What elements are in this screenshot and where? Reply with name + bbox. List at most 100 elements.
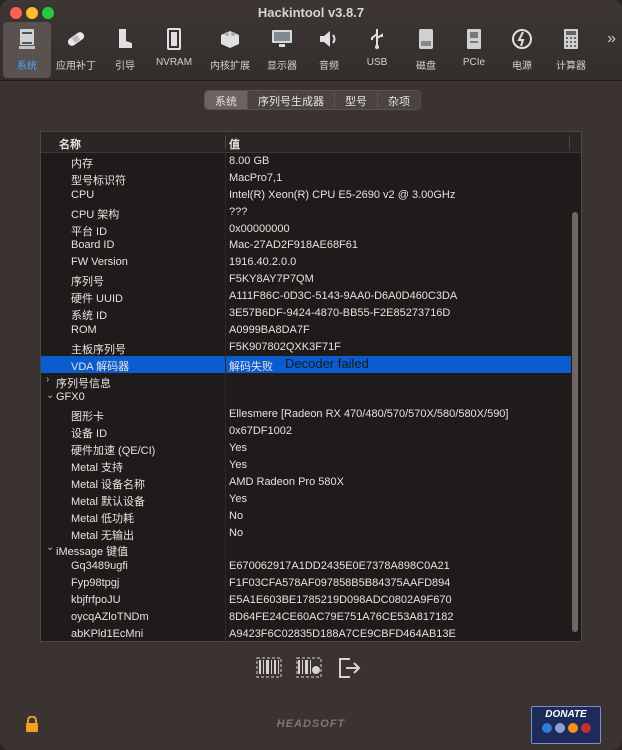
table-row[interactable]: ROM A0999BA8DA7F (41, 321, 571, 339)
system-info-table: 名称 值 内存 8.00 GB 型号标识符 MacPro7,1 CPU Intel(R) … (40, 131, 582, 643)
toolbar-item-7[interactable]: USB (353, 22, 401, 78)
disk-icon (419, 29, 433, 49)
row-name: 序列号信息 (56, 377, 111, 390)
toolbar: 系统 应用补丁 引导 NVRAM 内核扩展 显示器 音频 USB 磁盘 PCIe 电源 计算器 (0, 22, 622, 78)
row-name: 系统 ID (71, 310, 108, 323)
toolbar-item-0[interactable]: 系统 (3, 22, 51, 78)
barcode-icon[interactable] (256, 656, 282, 680)
row-name: 平台 ID (71, 225, 108, 238)
row-value: 8.00 GB (229, 155, 270, 167)
speaker-icon (320, 31, 336, 47)
row-value: Yes (229, 492, 247, 505)
monitor-icon (272, 30, 292, 47)
toolbar-item-3[interactable]: NVRAM (150, 22, 198, 78)
table-row[interactable]: VDA 解码器 解码失败 Decoder failed (41, 355, 571, 373)
row-name: FW Version (71, 256, 128, 269)
table-row[interactable]: 主板序列号 F5K907802QXK3F71F (41, 338, 571, 356)
table-row[interactable]: Gq3489ugfi E670062917A1DD2435E0E7378A898C… (41, 558, 571, 576)
table-row[interactable]: kbjfrfpoJU E5A1E603BE1785219D098ADC0802A9… (41, 592, 571, 610)
table-row[interactable]: 系统 ID 3E57B6DF-9424-4870-BB55-F2E85273716… (41, 305, 571, 322)
row-value: 1916.40.2.0.0 (229, 256, 297, 269)
column-header-value[interactable]: 值 (229, 136, 240, 152)
tab-0[interactable]: 系统 (205, 91, 248, 109)
table-row[interactable]: FW Version 1916.40.2.0.0 (41, 254, 571, 272)
row-name: Board ID (71, 239, 115, 252)
table-row[interactable]: 序列号 F5KY8AY7P7QM (41, 271, 571, 288)
row-value: 3E57B6DF-9424-4870-BB55-F2E85273716D (229, 307, 451, 320)
table-row[interactable]: Metal 支持 Yes (41, 457, 571, 474)
row-name: Metal 支持 (71, 462, 123, 475)
table-row[interactable]: 内存 8.00 GB (41, 153, 571, 170)
row-name: GFX0 (56, 391, 85, 404)
disclosure-arrow-icon[interactable]: ⌄ (46, 390, 54, 401)
pcie-card-icon (467, 29, 481, 49)
row-value: E670062917A1DD2435E0E7378A898C0A21 (229, 560, 450, 573)
column-header-name[interactable]: 名称 (59, 136, 81, 152)
table-row[interactable]: 设备 ID 0x67DF1002 (41, 423, 571, 440)
row-value: 0x67DF1002 (229, 425, 292, 438)
lego-brick-icon (221, 31, 239, 48)
row-value: F5K907802QXK3F71F (229, 340, 341, 353)
ethereum-icon (554, 723, 565, 733)
toolbar-item-1[interactable]: 应用补丁 (52, 22, 100, 78)
row-name: VDA 解码器 (71, 360, 130, 373)
table-row[interactable]: ⌄ GFX0 (41, 389, 571, 407)
table-row[interactable]: 型号标识符 MacPro7,1 (41, 169, 571, 187)
disclosure-arrow-icon[interactable]: › (46, 374, 49, 385)
row-value: A9423F6C02835D188A7CE9CBFD464AB13E (229, 627, 456, 640)
window-title: Hackintool v3.8.7 (257, 5, 365, 20)
row-name: Fyp98tpgj (71, 577, 120, 590)
toolbar-item-10[interactable]: 电源 (498, 22, 546, 78)
disclosure-arrow-icon[interactable]: ⌄ (46, 542, 54, 553)
row-name: kbjfrfpoJU (71, 594, 121, 607)
tooltip-text: Decoder failed (285, 355, 369, 371)
table-row[interactable]: Metal 默认设备 Yes (41, 490, 571, 508)
toolbar-item-11[interactable]: 计算器 (547, 22, 595, 78)
table-row[interactable]: Board ID Mac-27AD2F918AE68F61 (41, 237, 571, 255)
toolbar-item-6[interactable]: 音频 (305, 22, 353, 78)
row-value: Intel(R) Xeon(R) CPU E5-2690 v2 @ 3.00GH… (229, 188, 456, 201)
tab-3[interactable]: 杂项 (378, 91, 420, 109)
table-row[interactable]: 平台 ID 0x00000000 (41, 220, 571, 238)
row-value: F1F03CFA578AF097858B5B84375AAFD894 (229, 577, 451, 590)
row-name: 序列号 (71, 276, 104, 289)
row-value: 0x00000000 (229, 222, 290, 235)
table-row[interactable]: Metal 设备名称 AMD Radeon Pro 580X (41, 473, 571, 491)
table-row[interactable]: 硬件 UUID A111F86C-0D3C-5143-9AA0-D6A0D460C… (41, 288, 571, 305)
donate-button[interactable]: DONATE (531, 706, 601, 744)
table-row[interactable]: 图形卡 Ellesmere [Radeon RX 470/480/570/570X… (41, 406, 571, 423)
barcode-apple-icon[interactable] (296, 656, 322, 680)
tab-2[interactable]: 型号 (335, 91, 378, 109)
row-value: ??? (229, 205, 248, 218)
table-row[interactable]: ⌄ iMessage 键值 (41, 541, 571, 558)
table-row[interactable]: › 序列号信息 (41, 372, 571, 390)
table-row[interactable]: abKPld1EcMni A9423F6C02835D188A7CE9CBFD46… (41, 625, 571, 643)
paypal-icon (541, 723, 552, 733)
table-row[interactable]: CPU 架构??? (41, 203, 571, 221)
row-name: 设备 ID (71, 428, 108, 441)
row-value: Ellesmere [Radeon RX 470/480/570/570X/58… (229, 408, 509, 421)
toolbar-more-button[interactable]: » (607, 30, 616, 48)
toolbar-item-8[interactable]: 磁盘 (402, 22, 450, 78)
row-value: F5KY8AY7P7QM (229, 273, 314, 286)
row-name: Metal 默认设备 (71, 495, 145, 508)
vertical-scrollbar[interactable] (572, 212, 578, 632)
table-rows: 内存 8.00 GB 型号标识符 MacPro7,1 CPU Intel(R) Xeon(… (41, 153, 571, 643)
row-name: Gq3489ugfi (71, 560, 128, 573)
tab-1[interactable]: 序列号生成器 (248, 91, 335, 109)
table-row[interactable]: Metal 无输出 No (41, 524, 571, 542)
toolbar-item-9[interactable]: PCIe (450, 22, 498, 78)
table-row[interactable]: oycqAZloTNDm 8D64FE24CE60AC79E751A76CE53A… (41, 609, 571, 626)
row-value: No (229, 509, 244, 522)
table-header: 名称 值 (41, 132, 581, 153)
table-row[interactable]: Fyp98tpgj F1F03CFA578AF097858B5B84375AAFD… (41, 575, 571, 593)
toolbar-item-4[interactable]: 内核扩展 (206, 22, 254, 78)
toolbar-item-2[interactable]: 引导 (101, 22, 149, 78)
bottom-actions (0, 656, 622, 680)
export-icon[interactable] (336, 656, 362, 680)
table-row[interactable]: CPU Intel(R) Xeon(R) CPU E5-2690 v2 @ 3.0… (41, 186, 571, 204)
table-row[interactable]: 硬件加速 (QE/CI) Yes (41, 440, 571, 457)
table-row[interactable]: Metal 低功耗 No (41, 507, 571, 525)
row-name: CPU (71, 188, 95, 201)
hackintool-window: Hackintool v3.8.7 系统 应用补丁 引导 NVRAM 内核扩展 显示器 音频… (0, 0, 622, 750)
